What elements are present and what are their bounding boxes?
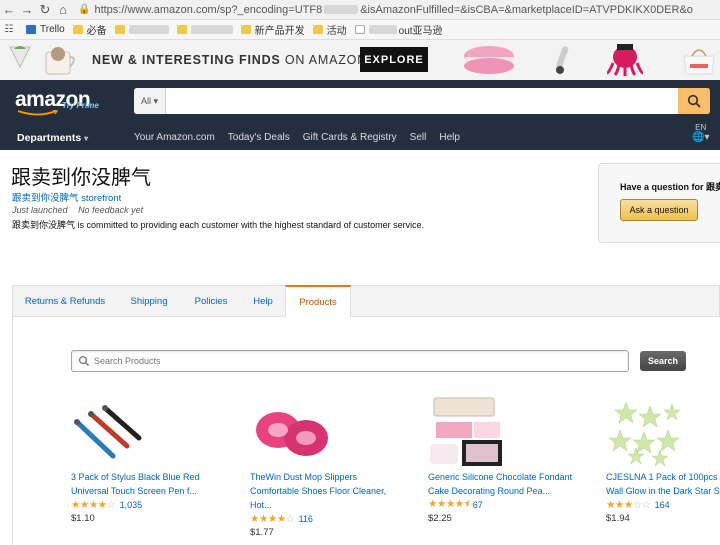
product-image-stylus[interactable] xyxy=(71,396,157,468)
folder-icon xyxy=(114,25,125,34)
seller-name: 跟卖到你没脾气 xyxy=(11,167,151,189)
product-price: $2.25 xyxy=(428,513,452,524)
trello-icon xyxy=(26,25,36,34)
folder-icon xyxy=(72,25,83,34)
browser-url-bar: ← → ↻ ⌂ 🔒 https://www.amazon.com/sp?_enc… xyxy=(0,0,720,20)
bookmark-folder-4[interactable]: 新产品开发 xyxy=(240,22,305,37)
product-rating[interactable]: ★★★★⯨ 67 xyxy=(428,498,578,512)
product-card[interactable]: CJESLNA 1 Pack of 100pcs Home Wall Glow … xyxy=(606,396,720,524)
header-nav-links: Your Amazon.com Today's Deals Gift Cards… xyxy=(134,132,473,143)
cat-mug-image xyxy=(45,47,75,75)
amazon-smile-icon xyxy=(17,110,59,116)
search-icon xyxy=(78,355,89,366)
home-icon[interactable]: ⌂ xyxy=(54,0,72,20)
site-header: amazon Try Prime All ▾ Departments ▾ You… xyxy=(0,80,720,150)
nav-help[interactable]: Help xyxy=(439,132,460,143)
promo-banner[interactable]: NEW & INTERESTING FINDS ON AMAZON EXPLOR… xyxy=(0,40,720,80)
product-image-glow-stars[interactable] xyxy=(606,396,692,468)
planter-image xyxy=(9,46,31,69)
product-title[interactable]: TheWin Dust Mop Slippers Comfortable Sho… xyxy=(250,470,400,512)
redacted-url-segment xyxy=(324,5,359,15)
caret-down-icon: ▾ xyxy=(153,95,159,106)
product-search-input[interactable] xyxy=(92,353,612,369)
page-icon xyxy=(354,25,365,34)
product-price: $1.94 xyxy=(606,513,630,524)
nav-sell[interactable]: Sell xyxy=(410,132,427,143)
octopus-image xyxy=(606,44,644,77)
feedback-label: No feedback yet xyxy=(78,205,144,215)
seller-meta: Just launched No feedback yet xyxy=(12,205,151,215)
try-prime-link[interactable]: Try Prime xyxy=(62,101,99,110)
back-icon[interactable]: ← xyxy=(0,0,18,20)
bookmark-folder-3[interactable] xyxy=(176,25,233,34)
tab-help[interactable]: Help xyxy=(241,286,285,317)
product-price: $1.77 xyxy=(250,527,274,538)
seller-commitment-text: 跟卖到你没脾气 is committed to providing each c… xyxy=(12,220,425,230)
language-selector[interactable]: EN 🌐▾ xyxy=(692,123,709,143)
bookmark-trello[interactable]: Trello xyxy=(26,24,65,35)
bookmark-page[interactable]: out亚马逊 xyxy=(354,22,443,37)
product-rating[interactable]: ★★★★☆ 1,035 xyxy=(71,498,221,512)
ask-question-box: Have a question for 跟卖 Ask a question xyxy=(598,163,720,243)
forward-icon[interactable]: → xyxy=(18,0,36,20)
product-price: $1.10 xyxy=(71,513,95,524)
nav-todays-deals[interactable]: Today's Deals xyxy=(228,132,290,143)
search-icon xyxy=(687,94,701,108)
reload-icon[interactable]: ↻ xyxy=(36,0,54,20)
star-rating-icon: ★★★★⯨ xyxy=(428,498,469,510)
ask-question-prompt: Have a question for 跟卖 xyxy=(620,182,720,192)
bookmark-folder-2[interactable] xyxy=(114,25,169,34)
star-rating-icon: ★★★☆☆ xyxy=(606,499,651,511)
search-button[interactable] xyxy=(678,88,710,114)
product-image-silicone-mold[interactable] xyxy=(428,396,514,468)
product-title[interactable]: CJESLNA 1 Pack of 100pcs Home Wall Glow … xyxy=(606,470,720,498)
product-image-mop-slippers[interactable] xyxy=(250,396,336,468)
folder-icon xyxy=(176,25,187,34)
ask-question-button[interactable]: Ask a question xyxy=(620,199,698,221)
folder-icon xyxy=(240,25,251,34)
bookmark-folder-5[interactable]: 活动 xyxy=(312,22,347,37)
tab-policies[interactable]: Policies xyxy=(181,286,241,317)
apps-icon[interactable]: ☷ xyxy=(0,20,18,40)
promo-text: NEW & INTERESTING FINDS ON AMAZON xyxy=(92,53,368,67)
star-rating-icon: ★★★★☆ xyxy=(71,499,116,511)
bookmarks-bar: ☷ Trello 必备 新产品开发 活动 out亚马逊 xyxy=(0,20,720,40)
folder-icon xyxy=(312,25,323,34)
redacted-bookmark xyxy=(128,25,169,34)
nav-your-amazon[interactable]: Your Amazon.com xyxy=(134,132,215,143)
globe-icon: 🌐▾ xyxy=(692,132,710,143)
gadget-image xyxy=(556,46,569,74)
main-search-bar: All ▾ xyxy=(134,88,710,114)
product-card[interactable]: TheWin Dust Mop Slippers Comfortable Sho… xyxy=(250,396,400,538)
storefront-link[interactable]: 跟卖到你没脾气 storefront xyxy=(12,190,121,204)
product-title[interactable]: Generic Silicone Chocolate Fondant Cake … xyxy=(428,470,578,498)
star-rating-icon: ★★★★☆ xyxy=(250,513,295,525)
just-launched-label: Just launched xyxy=(12,205,68,215)
url-text[interactable]: https://www.amazon.com/sp?_encoding=UTF8… xyxy=(94,4,692,16)
product-rating[interactable]: ★★★★☆ 116 xyxy=(250,512,400,526)
tab-shipping[interactable]: Shipping xyxy=(117,286,181,317)
bag-image xyxy=(683,49,715,75)
tab-products[interactable]: Products xyxy=(285,285,351,317)
product-search-button[interactable]: Search xyxy=(640,351,686,371)
tab-returns-refunds[interactable]: Returns & Refunds xyxy=(13,286,117,317)
product-rating[interactable]: ★★★☆☆ 164 xyxy=(606,498,720,512)
caret-down-icon: ▾ xyxy=(84,134,89,143)
search-category-select[interactable]: All ▾ xyxy=(134,88,166,114)
product-title[interactable]: 3 Pack of Stylus Black Blue Red Universa… xyxy=(71,470,221,498)
product-search-field xyxy=(71,350,629,372)
departments-menu[interactable]: Departments ▾ xyxy=(17,132,88,144)
macaron-pillow-image xyxy=(464,46,514,74)
explore-button[interactable]: EXPLORE xyxy=(360,47,428,72)
lock-icon: 🔒 xyxy=(78,4,91,15)
redacted-bookmark xyxy=(190,25,233,34)
seller-tabs: Returns & Refunds Shipping Policies Help… xyxy=(12,285,720,317)
bookmark-folder-1[interactable]: 必备 xyxy=(72,22,107,37)
redacted-bookmark xyxy=(368,25,397,34)
product-card[interactable]: Generic Silicone Chocolate Fondant Cake … xyxy=(428,396,578,524)
nav-gift-cards[interactable]: Gift Cards & Registry xyxy=(303,132,397,143)
product-card[interactable]: 3 Pack of Stylus Black Blue Red Universa… xyxy=(71,396,221,524)
